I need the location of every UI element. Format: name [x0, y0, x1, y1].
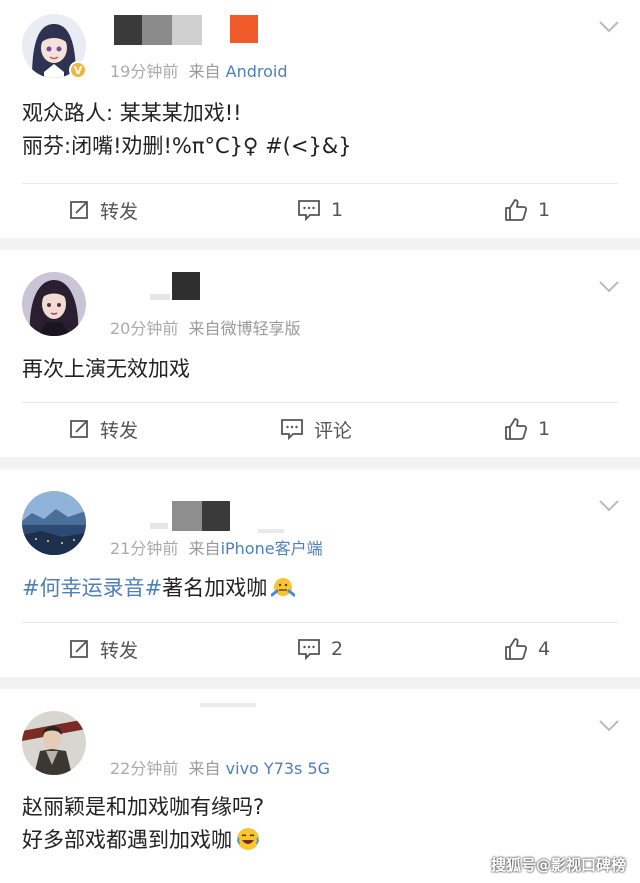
comment-text: 赵丽颖是和加戏咖有缘吗? 好多部戏都遇到加戏咖: [22, 791, 620, 857]
comment-button[interactable]: 评论: [280, 403, 352, 455]
member-badge: [230, 15, 258, 43]
comment-card: V 19分钟前 来自 Android 观众路人: 某某某加戏!! 丽芬:闭嘴!劝…: [0, 0, 640, 238]
repost-label: 转发: [100, 419, 139, 442]
repost-button[interactable]: 转发: [68, 623, 138, 675]
topic-link[interactable]: #何幸运录音#: [22, 576, 162, 600]
like-count: 4: [538, 638, 551, 660]
username-blurred[interactable]: [150, 272, 202, 302]
like-count: 1: [538, 418, 551, 440]
source-prefix: 来自: [188, 62, 221, 81]
comment-time: 20分钟前: [110, 319, 179, 338]
repost-icon: [70, 420, 88, 438]
chevron-down-icon[interactable]: [598, 499, 620, 513]
chevron-down-icon[interactable]: [598, 20, 620, 34]
comment-line: 丽芬:闭嘴!劝删!%π°C}♀ #(<}&}: [22, 134, 352, 158]
comment-meta: 22分钟前 来自 vivo Y73s 5G: [110, 755, 330, 779]
verified-badge-icon: V: [69, 61, 87, 79]
source-link[interactable]: iPhone客户端: [221, 539, 323, 558]
comment-text: 观众路人: 某某某加戏!! 丽芬:闭嘴!劝删!%π°C}♀ #(<}&}: [22, 97, 620, 163]
comment-count: 2: [331, 638, 344, 660]
comment-line-text: 好多部戏都遇到加戏咖: [22, 828, 232, 852]
action-bar: 转发 1 1: [0, 184, 640, 236]
like-button[interactable]: 1: [504, 184, 550, 236]
shrug-emoji-icon: [270, 575, 296, 599]
source-prefix: 来自: [188, 539, 221, 558]
comment-meta: 19分钟前 来自 Android: [110, 58, 288, 82]
comment-card: 22分钟前 来自 vivo Y73s 5G 赵丽颖是和加戏咖有缘吗? 好多部戏都…: [0, 689, 640, 883]
comment-time: 22分钟前: [110, 759, 179, 778]
comment-time: 19分钟前: [110, 62, 179, 81]
comment-line: #何幸运录音#著名加戏咖: [22, 572, 620, 605]
comment-line: 观众路人: 某某某加戏!!: [22, 101, 242, 125]
comment-card: 20分钟前 来自微博轻享版 再次上演无效加戏 转发 评论 1: [0, 250, 640, 457]
like-button[interactable]: 4: [504, 623, 550, 675]
source-prefix: 来自: [188, 759, 221, 778]
like-icon: [505, 638, 528, 660]
comment-line-text: 著名加戏咖: [162, 576, 268, 600]
comment-count: 1: [331, 199, 344, 221]
comment-text: #何幸运录音#著名加戏咖: [22, 572, 620, 605]
username-blurred[interactable]: [200, 703, 260, 733]
like-icon: [505, 199, 528, 221]
avatar[interactable]: [22, 711, 86, 775]
chevron-down-icon[interactable]: [598, 719, 620, 733]
comment-icon: [298, 200, 320, 221]
repost-button[interactable]: 转发: [68, 184, 138, 236]
source-link[interactable]: Android: [226, 62, 288, 81]
like-count: 1: [538, 199, 551, 221]
comment-icon: [281, 419, 303, 440]
repost-icon: [70, 201, 88, 219]
source-prefix: 来自: [188, 319, 221, 338]
username-blurred[interactable]: [114, 15, 204, 45]
comment-line: 赵丽颖是和加戏咖有缘吗?: [22, 795, 265, 819]
comment-icon: [298, 639, 320, 660]
comment-time: 21分钟前: [110, 539, 179, 558]
action-bar: 转发 2 4: [0, 623, 640, 675]
action-bar: 转发 评论 1: [0, 403, 640, 455]
comment-label: 评论: [314, 419, 353, 442]
username-blurred[interactable]: [150, 501, 290, 533]
like-button[interactable]: 1: [504, 403, 550, 455]
repost-label: 转发: [100, 200, 139, 223]
repost-button[interactable]: 转发: [68, 403, 138, 455]
watermark: 搜狐号@影视口碑榜: [490, 856, 626, 874]
avatar[interactable]: [22, 272, 86, 336]
chevron-down-icon[interactable]: [598, 280, 620, 294]
source-link[interactable]: 微博轻享版: [221, 319, 301, 338]
avatar[interactable]: [22, 491, 86, 555]
source-link[interactable]: vivo Y73s 5G: [226, 759, 330, 778]
comment-button[interactable]: 1: [297, 184, 343, 236]
comment-text: 再次上演无效加戏: [22, 353, 620, 386]
comment-meta: 20分钟前 来自微博轻享版: [110, 315, 301, 339]
like-icon: [505, 418, 528, 440]
comment-meta: 21分钟前 来自iPhone客户端: [110, 535, 323, 559]
repost-icon: [70, 640, 88, 658]
comment-card: 21分钟前 来自iPhone客户端 #何幸运录音#著名加戏咖 转发 2 4: [0, 469, 640, 677]
comment-button[interactable]: 2: [297, 623, 343, 675]
comment-line: 再次上演无效加戏: [22, 357, 190, 381]
laugh-cry-emoji-icon: [236, 827, 260, 851]
comment-line: 好多部戏都遇到加戏咖: [22, 824, 620, 857]
repost-label: 转发: [100, 639, 139, 662]
